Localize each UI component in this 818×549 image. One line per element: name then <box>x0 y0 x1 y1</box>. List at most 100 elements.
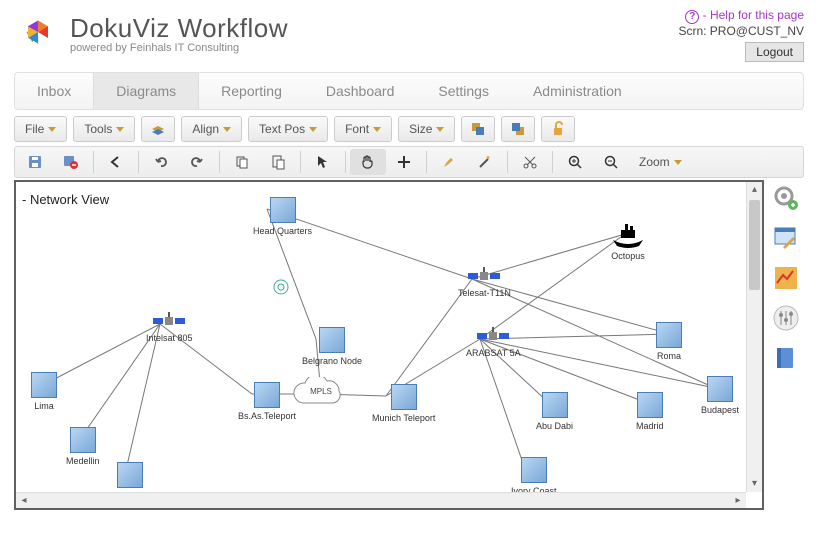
side-panel-edit[interactable] <box>772 224 800 252</box>
node-telesat[interactable]: Telesat-T11N <box>458 267 511 298</box>
node-mpls[interactable]: MPLS <box>291 377 351 411</box>
side-chart-panel[interactable] <box>772 264 800 292</box>
send-back-button[interactable] <box>501 116 535 142</box>
node-belgrano[interactable]: Belgrano Node <box>302 327 362 366</box>
nav-administration[interactable]: Administration <box>511 73 644 109</box>
tools-menu-label: Tools <box>84 122 112 136</box>
gear-plus-icon <box>773 185 799 211</box>
toolbar-primary: File Tools Align Text Pos Font Size <box>14 116 804 142</box>
nav-diagrams[interactable]: Diagrams <box>93 73 199 109</box>
brand-title: DokuViz Workflow <box>70 13 288 44</box>
font-menu-label: Font <box>345 122 369 136</box>
node-arabsat[interactable]: ARABSAT 5A <box>466 327 521 358</box>
book-icon <box>773 345 799 371</box>
node-hq[interactable]: Head Quarters <box>253 197 312 236</box>
diagram-canvas[interactable]: - Network View Head Quarters Intelsat 805… <box>14 180 764 510</box>
size-menu-label: Size <box>409 122 432 136</box>
header-right: ? - Help for this page Scrn: PRO@CUST_NV… <box>678 8 804 62</box>
delete-save-button[interactable] <box>53 149 89 175</box>
side-sliders[interactable] <box>772 304 800 332</box>
redo-button[interactable] <box>179 149 215 175</box>
caret-down-icon <box>309 127 317 132</box>
building-icon <box>319 327 345 353</box>
logout-button[interactable]: Logout <box>745 42 804 62</box>
align-menu-label: Align <box>192 122 219 136</box>
scroll-down-icon[interactable]: ▾ <box>747 476 762 492</box>
nav-dashboard[interactable]: Dashboard <box>304 73 417 109</box>
font-menu[interactable]: Font <box>334 116 392 142</box>
file-menu[interactable]: File <box>14 116 67 142</box>
building-icon <box>656 322 682 348</box>
arrow-left-icon <box>108 154 124 170</box>
node-madrid[interactable]: Madrid <box>636 392 664 431</box>
pan-tool[interactable] <box>350 149 386 175</box>
magic-tool[interactable] <box>467 149 503 175</box>
scroll-thumb[interactable] <box>749 200 760 290</box>
save-delete-icon <box>63 154 79 170</box>
brand: DokuViz Workflow powered by Feinhals IT … <box>14 8 288 59</box>
textpos-menu[interactable]: Text Pos <box>248 116 328 142</box>
zoom-menu[interactable]: Zoom <box>629 149 692 175</box>
node-intelsat[interactable]: Intelsat 805 <box>146 312 193 343</box>
cut-tool[interactable] <box>512 149 548 175</box>
node-label: Telesat-T11N <box>458 288 511 298</box>
scroll-right-icon[interactable]: ▸ <box>730 493 746 508</box>
copy-button[interactable] <box>224 149 260 175</box>
help-link[interactable]: - Help for this page <box>703 8 804 22</box>
node-budapest[interactable]: Budapest <box>701 376 739 415</box>
unlock-button[interactable] <box>541 116 575 142</box>
node-bsasteleport[interactable]: Bs.As.Teleport <box>238 382 296 421</box>
scrollbar-vertical[interactable]: ▴▾ <box>746 182 762 492</box>
sliders-icon <box>773 305 799 331</box>
caret-down-icon <box>223 127 231 132</box>
node-munich[interactable]: Munich Teleport <box>372 384 435 423</box>
node-medellin[interactable]: Medellin <box>66 427 100 466</box>
node-octopus[interactable]: Octopus <box>611 222 645 261</box>
diagram-title: - Network View <box>22 192 109 207</box>
side-book[interactable] <box>772 344 800 372</box>
building-icon <box>391 384 417 410</box>
scroll-up-icon[interactable]: ▴ <box>747 182 762 198</box>
zoom-in-button[interactable] <box>557 149 593 175</box>
nav-reporting[interactable]: Reporting <box>199 73 304 109</box>
scrollbar-horizontal[interactable]: ◂▸ <box>16 492 746 508</box>
zoom-menu-label: Zoom <box>639 155 670 169</box>
pointer-tool[interactable] <box>305 149 341 175</box>
bring-front-button[interactable] <box>461 116 495 142</box>
chart-icon <box>773 265 799 291</box>
size-menu[interactable]: Size <box>398 116 455 142</box>
node-ivorycoast[interactable]: Ivory Coast <box>511 457 557 496</box>
caret-down-icon <box>116 127 124 132</box>
toolbar-secondary: Zoom <box>14 146 804 178</box>
node-lima[interactable]: Lima <box>31 372 57 411</box>
wand-icon <box>477 154 493 170</box>
satellite-icon <box>467 267 501 285</box>
brush-tool[interactable] <box>431 149 467 175</box>
node-abudabi[interactable]: Abu Dabi <box>536 392 573 431</box>
node-label: Octopus <box>611 251 645 261</box>
unlock-icon <box>550 121 566 137</box>
node-label: Bs.As.Teleport <box>238 411 296 421</box>
add-node-tool[interactable] <box>386 149 422 175</box>
nav-inbox[interactable]: Inbox <box>15 73 93 109</box>
building-icon <box>270 197 296 223</box>
paste-icon <box>270 154 286 170</box>
layer-button[interactable] <box>141 116 175 142</box>
node-roma[interactable]: Roma <box>656 322 682 361</box>
paste-button[interactable] <box>260 149 296 175</box>
tools-menu[interactable]: Tools <box>73 116 135 142</box>
save-icon <box>27 154 43 170</box>
nav-settings[interactable]: Settings <box>416 73 511 109</box>
side-settings-add[interactable] <box>772 184 800 212</box>
help-icon[interactable]: ? <box>685 10 699 24</box>
undo-button[interactable] <box>143 149 179 175</box>
scroll-left-icon[interactable]: ◂ <box>16 493 32 508</box>
file-menu-label: File <box>25 122 44 136</box>
save-button[interactable] <box>17 149 53 175</box>
building-icon <box>521 457 547 483</box>
building-icon <box>707 376 733 402</box>
align-menu[interactable]: Align <box>181 116 242 142</box>
zoom-out-button[interactable] <box>593 149 629 175</box>
back-button[interactable] <box>98 149 134 175</box>
send-back-icon <box>510 121 526 137</box>
